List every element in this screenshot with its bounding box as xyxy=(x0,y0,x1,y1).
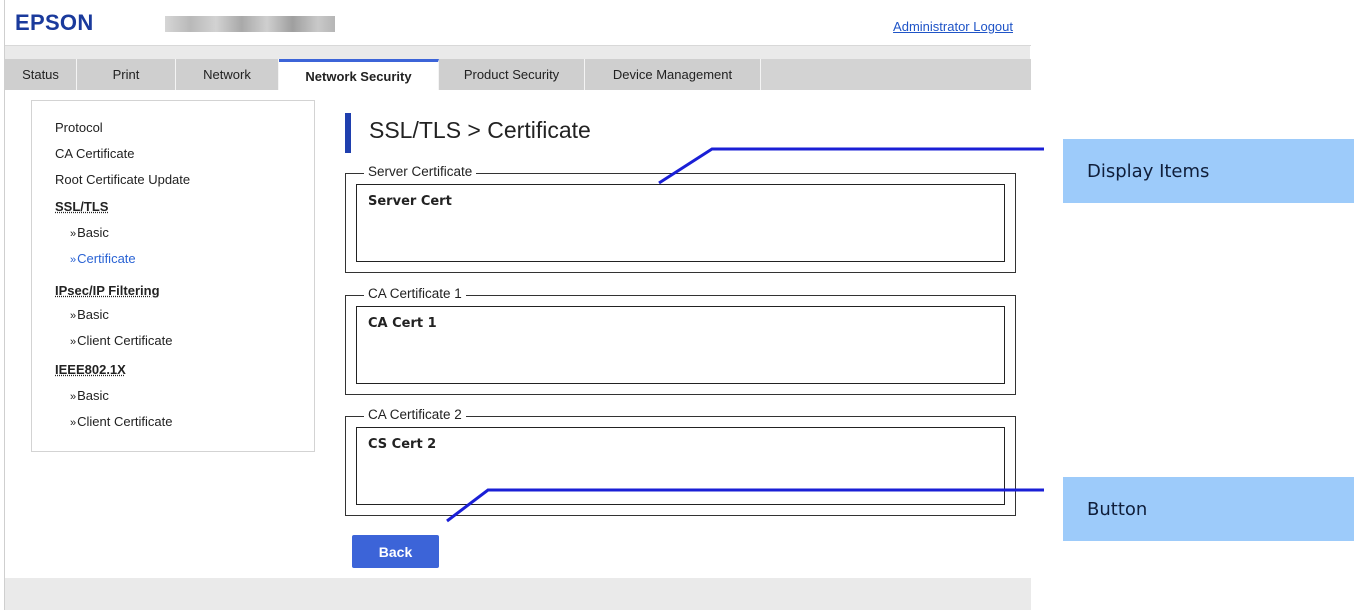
server-certificate-legend: Server Certificate xyxy=(364,164,477,179)
tab-product-security[interactable]: Product Security xyxy=(439,59,585,90)
sub-item-marker: » xyxy=(70,254,77,266)
tab-status[interactable]: Status xyxy=(5,59,77,90)
content-area: Protocol CA Certificate Root Certificate… xyxy=(5,90,1031,578)
sub-item-marker: » xyxy=(70,391,77,403)
sidebar-item-ssl-certificate[interactable]: »Certificate xyxy=(70,251,136,266)
sidebar-item-label: Basic xyxy=(77,225,109,240)
sidebar-item-label: Basic xyxy=(77,388,109,403)
ca-certificate-1-box: CA Cert 1 xyxy=(356,306,1005,384)
sidebar-heading-ssl-tls[interactable]: SSL/TLS xyxy=(55,199,108,214)
sidebar-item-ieee-basic[interactable]: »Basic xyxy=(70,388,109,403)
sidebar-item-ipsec-client-certificate[interactable]: »Client Certificate xyxy=(70,333,173,348)
redacted-model-name xyxy=(165,16,335,32)
sidebar-item-ssl-basic[interactable]: »Basic xyxy=(70,225,109,240)
ca-certificate-2-legend: CA Certificate 2 xyxy=(364,407,466,422)
display-items-callout: Display Items xyxy=(1063,139,1354,203)
sidebar-item-label: Basic xyxy=(77,307,109,322)
tab-network-security[interactable]: Network Security xyxy=(279,59,439,90)
title-accent-bar xyxy=(345,113,351,153)
sidebar-heading-ieee8021x[interactable]: IEEE802.1X xyxy=(55,362,126,377)
server-certificate-group: Server Certificate Server Cert xyxy=(345,164,1016,273)
sidebar-item-ieee-client-certificate[interactable]: »Client Certificate xyxy=(70,414,173,429)
ca-certificate-2-group: CA Certificate 2 CS Cert 2 xyxy=(345,407,1016,516)
top-header: EPSON Administrator Logout xyxy=(5,0,1031,46)
sub-item-marker: » xyxy=(70,228,77,240)
sub-item-marker: » xyxy=(70,310,77,322)
sidebar-item-protocol[interactable]: Protocol xyxy=(55,120,103,135)
back-button[interactable]: Back xyxy=(352,535,439,568)
ca-certificate-2-value: CS Cert 2 xyxy=(368,437,437,452)
sidebar-heading-ipsec[interactable]: IPsec/IP Filtering xyxy=(55,283,160,298)
sidebar: Protocol CA Certificate Root Certificate… xyxy=(31,100,315,452)
sub-item-marker: » xyxy=(70,417,77,429)
server-certificate-box: Server Cert xyxy=(356,184,1005,262)
epson-logo: EPSON xyxy=(15,10,94,35)
tab-bar: Status Print Network Network Security Pr… xyxy=(5,59,1031,90)
sidebar-item-ipsec-basic[interactable]: »Basic xyxy=(70,307,109,322)
administrator-logout-link[interactable]: Administrator Logout xyxy=(893,19,1013,34)
sidebar-item-ca-certificate[interactable]: CA Certificate xyxy=(55,146,134,161)
sidebar-item-label: Certificate xyxy=(77,251,136,266)
sidebar-item-label: Client Certificate xyxy=(77,333,173,348)
ca-certificate-1-legend: CA Certificate 1 xyxy=(364,286,466,301)
sidebar-item-label: Client Certificate xyxy=(77,414,173,429)
tab-network[interactable]: Network xyxy=(176,59,279,90)
sidebar-item-root-certificate-update[interactable]: Root Certificate Update xyxy=(55,172,190,187)
browser-frame: EPSON Administrator Logout Status Print … xyxy=(4,0,1031,610)
ca-certificate-2-box: CS Cert 2 xyxy=(356,427,1005,505)
tab-device-management[interactable]: Device Management xyxy=(585,59,761,90)
tab-print[interactable]: Print xyxy=(77,59,176,90)
ca-certificate-1-value: CA Cert 1 xyxy=(368,316,437,331)
ca-certificate-1-group: CA Certificate 1 CA Cert 1 xyxy=(345,286,1016,395)
sub-item-marker: » xyxy=(70,336,77,348)
button-callout: Button xyxy=(1063,477,1354,541)
server-certificate-value: Server Cert xyxy=(368,194,452,209)
footer-strip xyxy=(5,578,1031,610)
page-title: SSL/TLS > Certificate xyxy=(369,117,591,143)
